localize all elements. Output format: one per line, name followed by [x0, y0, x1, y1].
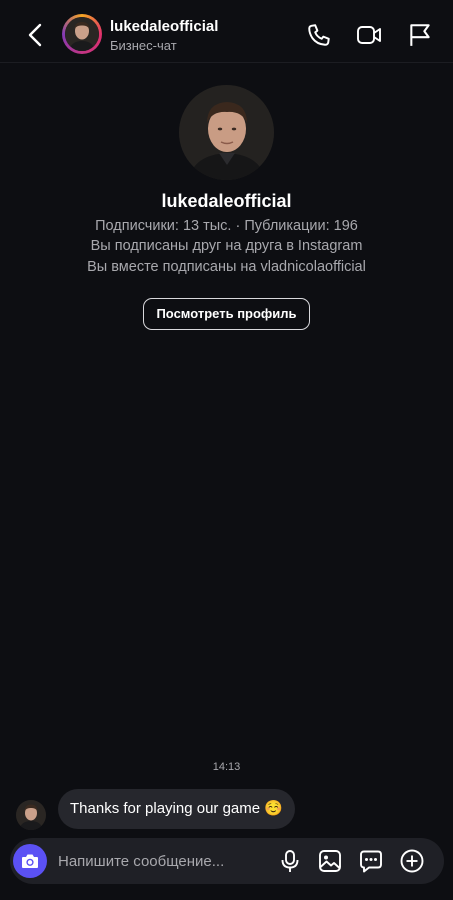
gallery-icon[interactable]: [317, 848, 343, 874]
flag-icon[interactable]: [407, 22, 433, 48]
header-avatar[interactable]: [62, 14, 102, 54]
chat-header: lukedaleofficial Бизнес-чат: [0, 0, 453, 63]
mutual-follow-text: Вы подписаны друг на друга в Instagram: [90, 238, 363, 254]
message-bubble[interactable]: Thanks for playing our game ☺️: [58, 789, 295, 829]
message-input[interactable]: [58, 838, 268, 884]
sticker-icon[interactable]: [358, 848, 384, 874]
camera-icon: [22, 854, 38, 868]
header-username[interactable]: lukedaleofficial: [110, 18, 218, 35]
video-camera-icon[interactable]: [356, 22, 382, 48]
back-arrow-icon[interactable]: [24, 21, 48, 49]
common-follow-text: Вы вместе подписаны на vladnicolaofficia…: [87, 259, 366, 275]
avatar: [65, 17, 99, 51]
profile-username: lukedaleofficial: [161, 191, 292, 211]
plus-icon[interactable]: [399, 848, 425, 874]
phone-icon[interactable]: [306, 22, 332, 48]
message-timestamp: 14:13: [212, 761, 241, 773]
header-subtitle: Бизнес-чат: [110, 38, 177, 53]
camera-button[interactable]: [13, 844, 47, 878]
microphone-icon[interactable]: [277, 848, 303, 874]
profile-avatar[interactable]: [179, 85, 274, 180]
profile-stats: Подписчики: 13 тыс. · Публикации: 196: [95, 218, 358, 234]
message-composer: [10, 838, 444, 884]
view-profile-button[interactable]: Посмотреть профиль: [143, 298, 310, 330]
sender-avatar[interactable]: [16, 800, 46, 830]
